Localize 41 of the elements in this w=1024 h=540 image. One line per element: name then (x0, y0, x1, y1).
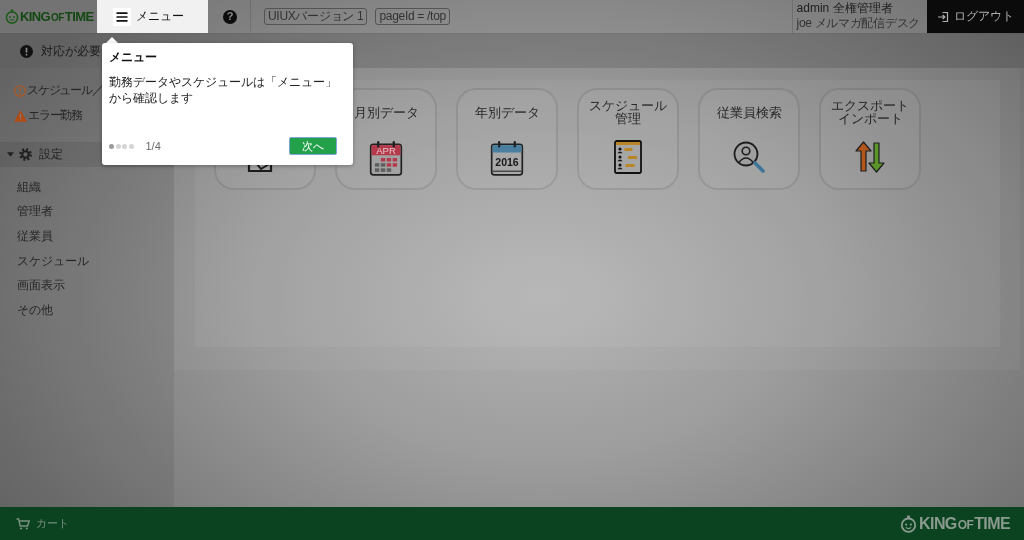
help-button[interactable]: ? (223, 9, 237, 24)
next-button[interactable]: 次へ (289, 137, 337, 155)
logout-button[interactable]: ログアウト (927, 0, 1024, 33)
cart-link[interactable]: カート (16, 516, 69, 531)
menu-tile[interactable]: スケジュール管理 (577, 88, 679, 190)
info-icon (14, 84, 26, 97)
person-search-icon (731, 139, 767, 175)
user-account-text: admin 全権管理者 (796, 1, 894, 16)
popup-text: 勤務データやスケジュールは「メニュー」から確認します (109, 74, 338, 106)
logout-icon (937, 10, 949, 23)
menu-button[interactable]: メニュー (97, 0, 208, 33)
calendar-icon (369, 141, 403, 176)
sidebar-link[interactable]: エラー勤務 (14, 103, 82, 128)
cart-icon (16, 517, 30, 530)
menu-icon (113, 7, 131, 26)
info-badge: UIUXバージョン 1 (264, 8, 368, 25)
menu-tile[interactable]: 従業員検索 (698, 88, 800, 190)
user-group-text: joe メルマガ配信デスク (796, 16, 920, 31)
settings-icon (19, 148, 32, 161)
logo-icon (900, 514, 918, 533)
logo-icon (5, 9, 19, 24)
alert-icon (20, 44, 33, 58)
calendar-icon (490, 141, 524, 176)
sidebar-item[interactable]: スケジュール (17, 248, 89, 274)
step-counter: 1/4 (145, 140, 161, 152)
sidebar-item[interactable]: 従業員 (17, 224, 53, 249)
sidebar-link[interactable]: スケジュール／ (14, 78, 103, 103)
info-badge: pageId = /top (375, 8, 450, 25)
popup-title: メニュー (109, 50, 158, 64)
calendar-month-text: APR (376, 144, 396, 156)
warning-icon (14, 109, 27, 122)
calendar-year-text: 2016 (495, 156, 519, 169)
menu-tile[interactable]: エクスポートインポート (819, 88, 921, 190)
sidebar-item[interactable]: 組織 (17, 175, 41, 200)
logo-text: KINGOFTIME (20, 9, 94, 24)
menu-tile[interactable]: 年別データ 2016 (456, 88, 558, 190)
sidebar-item[interactable]: その他 (17, 297, 53, 323)
sidebar-item[interactable]: 画面表示 (17, 273, 65, 298)
notice-text: 対応が必要 (41, 42, 101, 60)
sidebar-item[interactable]: 管理者 (17, 199, 53, 225)
logo-text: KINGOFTIME (919, 514, 1010, 533)
